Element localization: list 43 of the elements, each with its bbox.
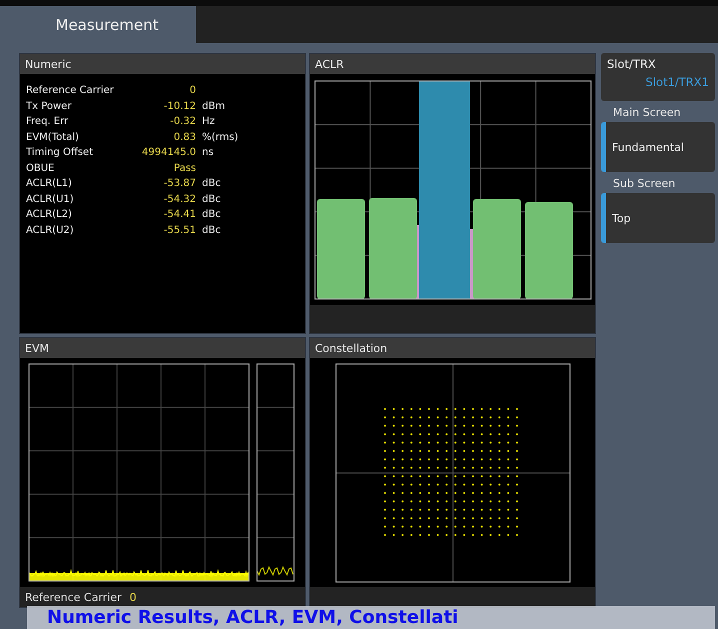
- slot-label: Slot/TRX: [607, 57, 657, 71]
- measurement-tab[interactable]: Measurement: [18, 6, 196, 43]
- result-unit: dBc: [202, 177, 222, 191]
- panel-title: Numeric: [20, 54, 305, 74]
- result-label: ACLR(L2): [26, 208, 73, 222]
- result-unit: Hz: [202, 115, 216, 129]
- result-label: ACLR(L1): [26, 177, 73, 191]
- result-label: EVM(Total): [26, 130, 80, 144]
- result-label: Freq. Err: [26, 115, 70, 129]
- slot-card[interactable]: Slot/TRX Slot1/TRX1: [601, 53, 715, 101]
- result-unit: dBc: [202, 224, 222, 238]
- panel-title: EVM: [20, 338, 305, 358]
- result-value: -54.32: [162, 192, 196, 206]
- result-label: Timing Offset: [26, 146, 94, 160]
- result-unit: dBc: [202, 208, 222, 222]
- result-unit: ns: [202, 146, 215, 160]
- result-label: Reference Carrier: [26, 84, 115, 98]
- section-heading: Main Screen: [612, 105, 682, 121]
- result-value: -10.12: [162, 100, 196, 114]
- panel-title: Constellation: [310, 338, 595, 358]
- result-value: -53.87: [162, 177, 196, 191]
- result-value: 0.83: [172, 130, 196, 144]
- result-value: -55.51: [162, 224, 196, 238]
- section-heading: Sub Screen: [612, 176, 676, 192]
- footer-label: Reference Carrier: [25, 590, 122, 604]
- result-unit: %(rms): [202, 130, 240, 144]
- screen-button[interactable]: Fundamental: [601, 122, 715, 172]
- caption: Numeric Results, ACLR, EVM, Constellati: [27, 606, 715, 629]
- panel-title: ACLR: [310, 54, 595, 74]
- slot-value: Slot1/TRX1: [644, 75, 709, 89]
- result-value: Pass: [172, 162, 196, 176]
- result-label: OBUE: [26, 162, 56, 176]
- result-value: -0.32: [169, 115, 196, 129]
- result-label: ACLR(U1): [26, 192, 75, 206]
- result-value: 4994145.0: [140, 146, 196, 160]
- result-unit: dBc: [202, 192, 222, 206]
- result-value: 0: [188, 84, 196, 98]
- result-unit: dBm: [202, 100, 226, 114]
- screen-button[interactable]: Top: [601, 193, 715, 243]
- result-label: Tx Power: [26, 100, 72, 114]
- result-label: ACLR(U2): [26, 224, 75, 238]
- result-value: -54.41: [162, 208, 196, 222]
- footer-value: 0: [130, 590, 137, 604]
